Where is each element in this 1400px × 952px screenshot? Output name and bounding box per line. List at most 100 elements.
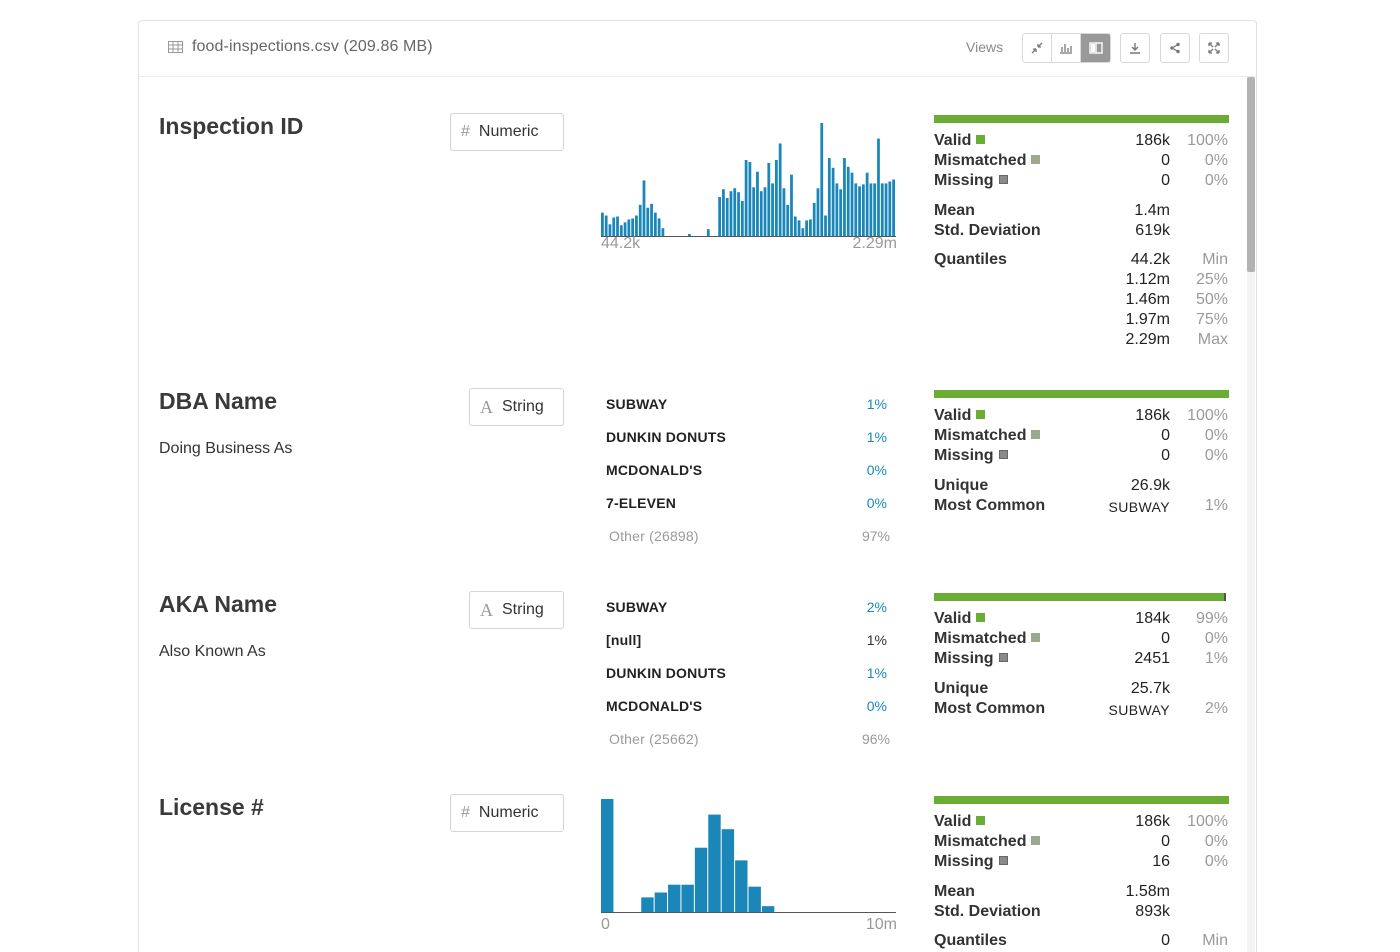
histogram-bar[interactable]	[694, 847, 708, 912]
histogram-bar[interactable]	[604, 215, 608, 236]
histogram-bar[interactable]	[835, 183, 839, 236]
type-badge[interactable]: A String	[469, 591, 564, 629]
histogram-bar[interactable]	[735, 860, 748, 912]
histogram-bar[interactable]	[869, 183, 873, 236]
histogram-bar[interactable]	[737, 192, 740, 236]
histogram-bar[interactable]	[805, 220, 809, 236]
histogram-chart[interactable]	[601, 797, 896, 915]
histogram-bar[interactable]	[718, 197, 722, 236]
histogram-bar[interactable]	[767, 162, 771, 236]
histogram-bar[interactable]	[797, 220, 801, 236]
histogram-bar[interactable]	[763, 187, 767, 236]
top-value-row[interactable]: SUBWAY 2%	[606, 599, 890, 619]
histogram-bar[interactable]	[650, 203, 653, 236]
top-value-row[interactable]: DUNKIN DONUTS 1%	[606, 665, 890, 685]
histogram-bar[interactable]	[681, 884, 694, 912]
histogram-bar[interactable]	[642, 180, 646, 236]
histogram-bar[interactable]	[793, 216, 797, 236]
histogram-bar[interactable]	[748, 886, 761, 912]
histogram-bar[interactable]	[884, 183, 888, 236]
histogram-bar[interactable]	[880, 183, 884, 236]
histogram-bar[interactable]	[706, 229, 710, 236]
histogram-bar[interactable]	[778, 143, 782, 236]
histogram-bar[interactable]	[843, 158, 846, 236]
histogram-bar[interactable]	[646, 207, 650, 236]
histogram-bar[interactable]	[786, 204, 790, 236]
histogram-bar[interactable]	[801, 228, 805, 236]
histogram-bar[interactable]	[824, 215, 827, 236]
histogram-bar[interactable]	[854, 183, 858, 236]
histogram-bar[interactable]	[631, 218, 635, 236]
columns-icon	[1088, 42, 1103, 54]
histogram-bar[interactable]	[601, 799, 614, 912]
most-common-label: Most Common	[934, 497, 1046, 514]
histogram-bar[interactable]	[812, 202, 816, 236]
histogram-bar[interactable]	[661, 228, 665, 236]
histogram-bar[interactable]	[627, 219, 631, 236]
histogram-bar[interactable]	[782, 188, 786, 236]
top-value-row[interactable]: 7-ELEVEN 0%	[606, 495, 890, 515]
histogram-bar[interactable]	[771, 183, 774, 236]
type-badge[interactable]: # Numeric	[450, 113, 564, 151]
histogram-bar[interactable]	[761, 906, 775, 912]
histogram-bar[interactable]	[653, 212, 657, 236]
histogram-bar[interactable]	[888, 181, 892, 236]
histogram-bar[interactable]	[635, 215, 638, 236]
histogram-bar[interactable]	[641, 897, 654, 912]
histogram-bar[interactable]	[858, 186, 861, 236]
histogram-bar[interactable]	[722, 189, 725, 236]
histogram-bar[interactable]	[748, 161, 752, 236]
histogram-bar[interactable]	[721, 829, 735, 912]
compact-view-button[interactable]	[1023, 34, 1052, 62]
histogram-bar[interactable]	[873, 183, 877, 236]
scrollbar-thumb[interactable]	[1247, 77, 1255, 272]
top-value-row[interactable]: MCDONALD'S 0%	[606, 698, 890, 718]
histogram-bar[interactable]	[846, 166, 850, 236]
histogram-bar[interactable]	[809, 219, 812, 236]
histogram-bar[interactable]	[729, 191, 733, 236]
histogram-bar[interactable]	[877, 138, 880, 236]
histogram-bar[interactable]	[657, 218, 661, 236]
top-value-row[interactable]: SUBWAY 1%	[606, 396, 890, 416]
histogram-bar[interactable]	[865, 172, 869, 236]
histogram-bar[interactable]	[654, 892, 668, 912]
histogram-bar[interactable]	[839, 189, 843, 236]
histogram-bar[interactable]	[820, 123, 824, 236]
histogram-bar[interactable]	[892, 179, 895, 237]
histogram-bar[interactable]	[740, 200, 744, 236]
histogram-bar[interactable]	[827, 158, 831, 236]
histogram-bar[interactable]	[790, 174, 793, 236]
histogram-bar[interactable]	[831, 167, 835, 236]
histogram-bar[interactable]	[861, 184, 865, 236]
histogram-bar[interactable]	[601, 212, 604, 236]
top-value-row[interactable]: MCDONALD'S 0%	[606, 462, 890, 482]
histogram-bar[interactable]	[668, 884, 681, 912]
histogram-bar[interactable]	[744, 160, 748, 236]
histogram-bar[interactable]	[687, 234, 691, 236]
column-view-button[interactable]	[1052, 34, 1081, 62]
histogram-bar[interactable]	[708, 814, 721, 912]
histogram-chart[interactable]	[601, 121, 896, 239]
type-badge[interactable]: # Numeric	[450, 794, 564, 832]
histogram-bar[interactable]	[774, 160, 778, 236]
download-button[interactable]	[1120, 33, 1150, 63]
vertical-scrollbar[interactable]	[1247, 77, 1255, 952]
histogram-bar[interactable]	[638, 204, 642, 236]
histogram-bar[interactable]	[616, 216, 619, 236]
histogram-bar[interactable]	[759, 191, 763, 236]
most-common-pct: 2%	[1204, 700, 1228, 717]
histogram-bar[interactable]	[850, 172, 854, 236]
top-value-row[interactable]: [null] 1%	[606, 632, 890, 652]
histogram-bar[interactable]	[733, 188, 737, 236]
detail-view-button[interactable]	[1081, 34, 1110, 62]
histogram-bar[interactable]	[612, 217, 616, 236]
histogram-bar[interactable]	[756, 171, 759, 236]
top-value-row[interactable]: DUNKIN DONUTS 1%	[606, 429, 890, 449]
fullscreen-button[interactable]	[1199, 33, 1229, 63]
histogram-bar[interactable]	[725, 198, 729, 236]
type-badge[interactable]: A String	[469, 388, 564, 426]
share-button[interactable]	[1160, 33, 1190, 63]
histogram-bar[interactable]	[816, 188, 820, 236]
histogram-bar[interactable]	[752, 187, 756, 236]
histogram-bar[interactable]	[623, 222, 627, 236]
